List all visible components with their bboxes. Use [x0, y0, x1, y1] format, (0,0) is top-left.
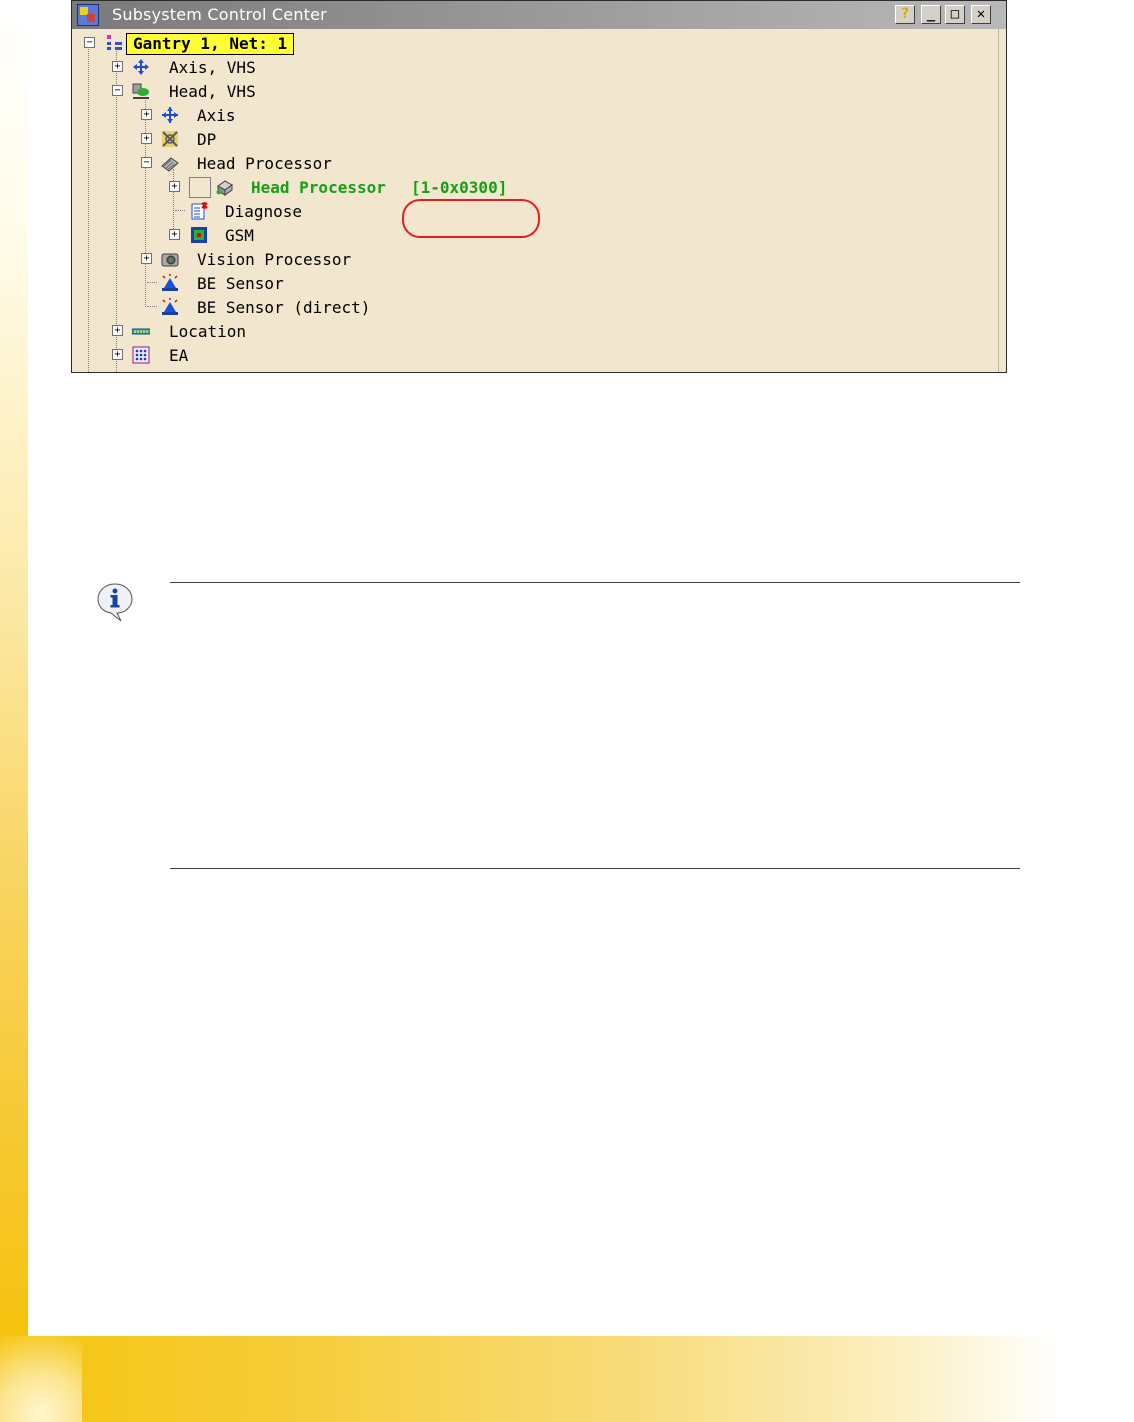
- expand-toggle[interactable]: +: [112, 325, 123, 336]
- node-address: [1-0x0300]: [411, 178, 508, 197]
- info-icon: [97, 583, 133, 622]
- location-icon: [132, 328, 150, 335]
- window-title: Subsystem Control Center: [112, 5, 327, 24]
- tree-node-label: Location: [169, 322, 247, 341]
- collapse-toggle[interactable]: −: [84, 37, 95, 48]
- gsm-icon: [191, 227, 207, 243]
- tree-node-head-processor-device[interactable]: + Head Processor [1-0x0300]: [72, 175, 972, 199]
- node-checkbox[interactable]: [189, 177, 211, 198]
- ea-grid-icon: [132, 346, 150, 364]
- tree-node-ea[interactable]: + EA: [72, 343, 972, 367]
- expand-toggle[interactable]: +: [169, 181, 180, 192]
- maximize-button[interactable]: □: [945, 5, 965, 24]
- tree-node-label: EA: [169, 346, 189, 365]
- tree-node-head-processor-group[interactable]: − Head Processor: [72, 151, 972, 175]
- sensor-icon: [162, 274, 178, 291]
- tree-node-head-vhs[interactable]: − Head, VHS: [72, 79, 972, 103]
- tree-node-label: Diagnose: [225, 202, 303, 221]
- dp-icon: [162, 131, 178, 147]
- tree-node-label: Head, VHS: [169, 82, 256, 101]
- expand-toggle[interactable]: +: [141, 133, 152, 144]
- minimize-button[interactable]: _: [921, 5, 941, 24]
- close-button[interactable]: ✕: [971, 5, 991, 24]
- subsystem-tree: − Gantry 1, Net: 1 + Axis, VHS − Head, V…: [72, 29, 999, 372]
- collapse-toggle[interactable]: −: [141, 157, 152, 168]
- expand-toggle[interactable]: +: [169, 229, 180, 240]
- tree-node-label: Vision Processor: [197, 250, 352, 269]
- move-axis-icon: [133, 59, 149, 75]
- tree-node-axis[interactable]: + Axis: [72, 103, 972, 127]
- tree-node-be-sensor-direct[interactable]: BE Sensor (direct): [72, 295, 972, 319]
- tree-node-label: DP: [197, 130, 217, 149]
- tree-node-label: BE Sensor: [197, 274, 284, 293]
- window-titlebar[interactable]: Subsystem Control Center ? _ □ ✕: [72, 1, 1006, 29]
- device-icon: [216, 180, 233, 196]
- subsystem-control-center-window: Subsystem Control Center ? _ □ ✕ − Gantr…: [71, 0, 1007, 373]
- sensor-icon: [162, 298, 178, 315]
- tree-node-location[interactable]: + Location: [72, 319, 972, 343]
- page-bottom-accent-bar: [0, 1336, 1134, 1422]
- diagnose-icon: [191, 202, 208, 220]
- tree-node-label: Head Processor: [251, 178, 386, 197]
- expand-toggle[interactable]: +: [112, 349, 123, 360]
- tree-node-label: Head Processor: [197, 154, 332, 173]
- head-icon: [132, 83, 149, 99]
- address-callout-ring: [402, 199, 540, 238]
- tree-root-label: Gantry 1, Net: 1: [126, 33, 295, 55]
- tree-node-label: Axis, VHS: [169, 58, 256, 77]
- page-bottom-corner-decoration: [0, 1336, 82, 1422]
- tree-node-be-sensor[interactable]: BE Sensor: [72, 271, 972, 295]
- axis-icon: [162, 107, 178, 123]
- app-icon: [77, 4, 99, 26]
- expand-toggle[interactable]: +: [112, 61, 123, 72]
- note-bottom-divider: [170, 868, 1020, 869]
- collapse-toggle[interactable]: −: [112, 85, 123, 96]
- expand-toggle[interactable]: +: [141, 253, 152, 264]
- tree-node-axis-vhs[interactable]: + Axis, VHS: [72, 55, 972, 79]
- expand-toggle[interactable]: +: [141, 109, 152, 120]
- processor-chip-icon: [161, 157, 179, 172]
- page-left-accent-bar: [0, 0, 28, 1422]
- tree-node-vision-processor[interactable]: + Vision Processor: [72, 247, 972, 271]
- network-tree-icon: [107, 35, 122, 50]
- tree-node-dp[interactable]: + DP: [72, 127, 972, 151]
- tree-node-label: GSM: [225, 226, 254, 245]
- note-top-divider: [170, 582, 1020, 583]
- camera-icon: [161, 253, 179, 267]
- tree-node-label: BE Sensor (direct): [197, 298, 371, 317]
- tree-node-label: Axis: [197, 106, 236, 125]
- help-button[interactable]: ?: [895, 5, 915, 24]
- tree-node-gantry[interactable]: − Gantry 1, Net: 1: [72, 31, 972, 55]
